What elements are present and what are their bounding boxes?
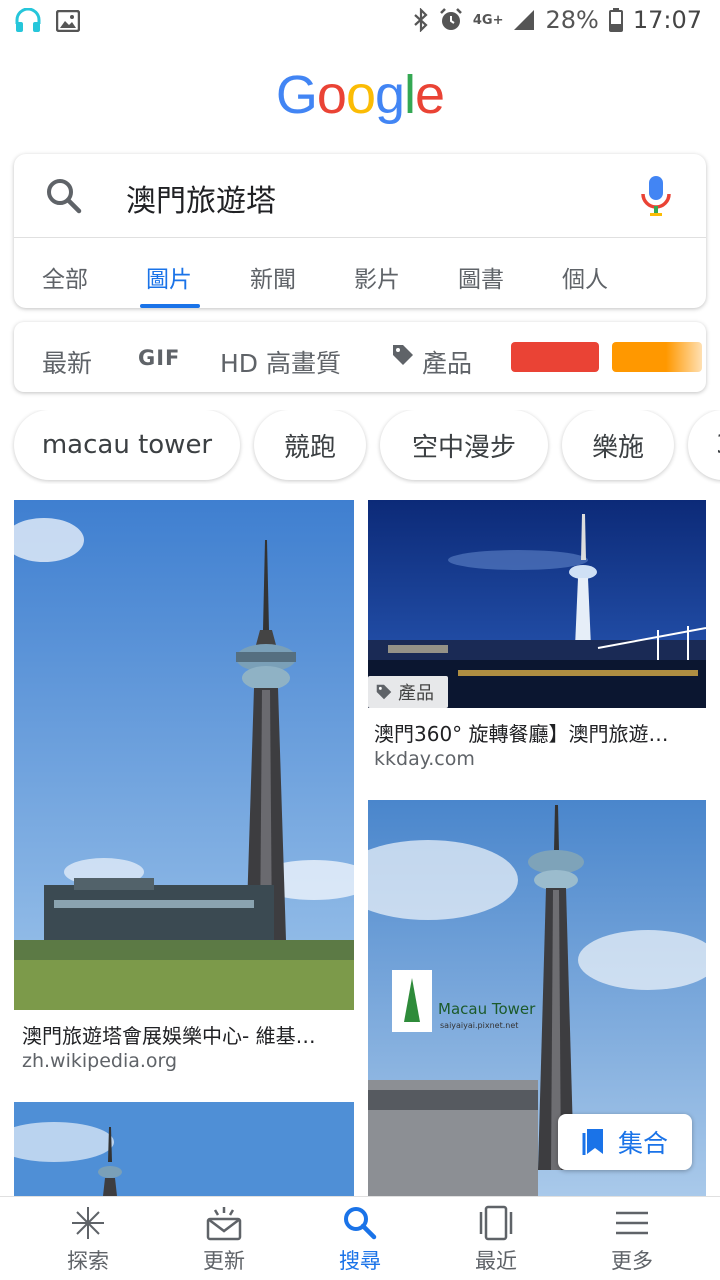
search-card: 澳門旅遊塔 全部 圖片 新聞 影片 圖書 個人 [14, 154, 706, 308]
related-chips: macau tower 競跑 空中漫步 樂施 3 [0, 410, 720, 484]
image-notification-icon [56, 10, 80, 32]
watermark-title: Macau Tower [438, 1000, 536, 1018]
filter-newest[interactable]: 最新 [42, 344, 92, 380]
nav-label: 更新 [203, 1249, 245, 1273]
filter-gif[interactable]: GIF [138, 346, 180, 370]
badge-label: 產品 [398, 683, 434, 704]
tab-news[interactable]: 新聞 [250, 260, 296, 294]
logo-letter: e [415, 65, 445, 125]
search-tabs: 全部 圖片 新聞 影片 圖書 個人 [14, 240, 706, 308]
battery-percent: 28% [545, 6, 599, 34]
collections-label: 集合 [617, 1129, 668, 1158]
result-image-partial[interactable] [14, 1102, 354, 1196]
logo-letter: l [404, 65, 416, 125]
search-input[interactable]: 澳門旅遊塔 [126, 176, 276, 220]
result-title[interactable]: 澳門旅遊塔會展娛樂中心- 維基… [22, 1020, 352, 1049]
result-source: zh.wikipedia.org [22, 1050, 178, 1072]
nav-label: 更多 [611, 1249, 653, 1273]
collections-button[interactable]: 集合 [558, 1114, 692, 1170]
tab-books[interactable]: 圖書 [458, 260, 504, 294]
updates-icon [206, 1207, 242, 1241]
microphone-icon[interactable] [638, 174, 674, 218]
headphones-icon [15, 8, 41, 32]
chip-oxfam[interactable]: 樂施 [562, 410, 674, 480]
nav-recent[interactable]: 最近 [436, 1205, 556, 1275]
recent-icon [479, 1205, 513, 1241]
network-type: 4G+ [472, 12, 504, 28]
nav-updates[interactable]: 更新 [164, 1205, 284, 1275]
alarm-icon [439, 8, 462, 30]
color-filter-red[interactable] [511, 342, 599, 372]
filter-hd[interactable]: HD 高畫質 [220, 344, 341, 380]
battery-icon [608, 8, 623, 32]
active-tab-indicator [140, 304, 200, 308]
clock: 17:07 [632, 6, 702, 34]
search-icon [344, 1207, 377, 1240]
logo-letter: G [275, 65, 318, 125]
google-logo: Google [0, 64, 720, 126]
bookmark-icon [582, 1129, 603, 1155]
nav-label: 最近 [475, 1249, 517, 1273]
bluetooth-icon [414, 8, 428, 32]
menu-icon [616, 1211, 648, 1235]
tab-personal[interactable]: 個人 [562, 260, 608, 294]
chip-bungee[interactable]: 競跑 [254, 410, 366, 480]
filter-bar: 最新 GIF HD 高畫質 產品 [14, 322, 706, 392]
tab-videos[interactable]: 影片 [354, 260, 400, 294]
nav-label: 搜尋 [339, 1249, 381, 1273]
nav-label: 探索 [67, 1249, 109, 1273]
result-image-wikipedia[interactable] [14, 500, 354, 1010]
bottom-navigation: 探索 更新 搜尋 最近 更多 [0, 1196, 720, 1280]
color-filter-orange[interactable] [612, 342, 702, 372]
logo-letter: o [316, 65, 347, 125]
nav-search[interactable]: 搜尋 [300, 1205, 420, 1275]
result-title[interactable]: 澳門360° 旋轉餐廳】澳門旅遊… [374, 718, 704, 747]
tab-images[interactable]: 圖片 [146, 260, 192, 294]
search-icon[interactable] [44, 176, 84, 216]
result-source: kkday.com [374, 748, 475, 770]
tower-photo [14, 500, 354, 1010]
chip-partial[interactable]: 3 [688, 410, 720, 480]
chip-macau-tower[interactable]: macau tower [14, 410, 240, 480]
tower-photo-partial [14, 1102, 354, 1196]
logo-letter: g [375, 65, 405, 125]
logo-letter: o [345, 65, 376, 125]
nav-discover[interactable]: 探索 [28, 1205, 148, 1275]
status-bar: 4G+ 28% 17:07 [0, 0, 720, 44]
tab-all[interactable]: 全部 [42, 260, 88, 294]
filter-product[interactable]: 產品 [422, 344, 472, 380]
chip-skywalk[interactable]: 空中漫步 [380, 410, 548, 480]
nav-more[interactable]: 更多 [572, 1205, 692, 1275]
tag-icon [393, 345, 413, 365]
search-bar[interactable]: 澳門旅遊塔 [14, 154, 706, 238]
sparkle-icon [72, 1207, 104, 1239]
watermark-subtitle: saiyaiyai.pixnet.net [440, 1021, 518, 1030]
tag-icon [376, 684, 392, 700]
signal-icon [514, 10, 535, 30]
product-badge: 產品 [368, 676, 448, 708]
